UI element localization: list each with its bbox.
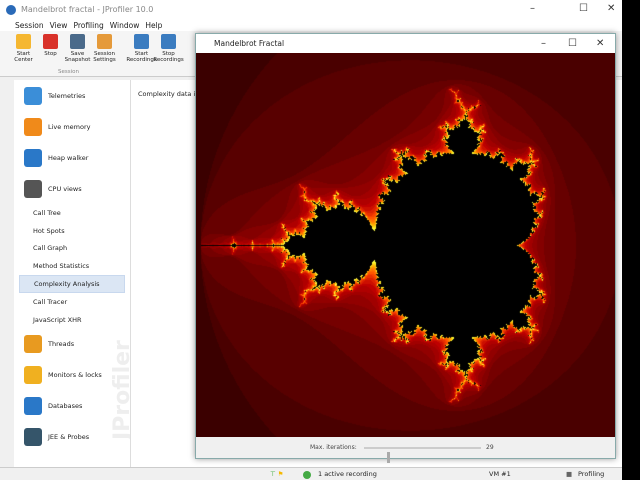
controls: Max. iterations: 29 [196,437,615,463]
telemetries-icon [24,86,42,105]
jprofiler-logo-icon [6,4,16,15]
sidebar-subitem-method-statistics[interactable]: Method Statistics [14,257,130,275]
sidebar-item-cpu-views[interactable]: CPU views [14,173,130,204]
toolbar-label: Session Settings [93,51,116,63]
sidebar-item-label: Threads [48,340,75,349]
menu-view[interactable]: View [50,21,68,30]
sidebar-subitem-call-tree[interactable]: Call Tree [14,204,130,222]
content-text: Complexity data is [138,90,199,98]
menu-session[interactable]: Session [15,21,44,30]
sidebar-item-live-memory[interactable]: Live memory [14,111,130,142]
threads-icon [24,335,42,354]
toolbar-label: Stop [44,51,57,57]
iterations-slider[interactable] [364,447,481,463]
vm-label: VM #1 [489,470,511,478]
toolbar-label: Start Center [14,51,33,63]
databases-icon [24,397,42,416]
stop-icon [43,34,58,49]
monitors-locks-icon [24,366,42,385]
toolbar-button-start-recordings[interactable]: Start Recordings [126,31,157,76]
iterations-value: 29 [486,444,494,451]
sidebar-item-label: JEE & Probes [48,433,90,442]
settings-icon [97,34,112,49]
menu-window[interactable]: Window [110,21,140,30]
title-bar: Mandelbrot fractal - JProfiler 10.0 – ☐ ✕ [0,0,622,19]
iterations-label: Max. iterations: [310,444,357,451]
menu-profiling[interactable]: Profiling [73,21,103,30]
watermark: JProfiler [110,340,131,440]
folder-play-icon [16,34,31,49]
window-title: Mandelbrot fractal - JProfiler 10.0 [21,5,154,14]
close-button[interactable]: ✕ [607,3,615,14]
sidebar-item-heap-walker[interactable]: Heap walker [14,142,130,173]
sidebar-subitem-javascript-xhr[interactable]: JavaScript XHR [14,311,130,329]
fractal-maximize-button[interactable]: ☐ [568,38,577,49]
fractal-minimize-button[interactable]: – [541,38,546,49]
live-memory-icon [24,117,42,136]
fractal-window-title: Mandelbrot Fractal [214,39,285,48]
toolbar-button-session-settings[interactable]: Session Settings [91,31,118,76]
start-recordings-icon [134,34,149,49]
maximize-button[interactable]: ☐ [579,3,588,14]
profiling-mode: Profiling [578,470,605,478]
recording-status-icon [303,471,311,479]
profiling-icon: ■ [566,470,573,478]
stop-recordings-icon [161,34,176,49]
sidebar-subitem-call-tracer[interactable]: Call Tracer [14,293,130,311]
sidebar-item-label: Heap walker [48,153,89,162]
sidebar: JProfiler Telemetries Live memory Heap walk… [14,80,131,468]
recording-status: 1 active recording [318,470,377,478]
recording-icons[interactable]: ⊤ ⚑ [270,470,284,478]
sidebar-item-telemetries[interactable]: Telemetries [14,80,130,111]
fractal-close-button[interactable]: ✕ [596,38,604,49]
status-bar: ⊤ ⚑ 1 active recording VM #1 ■ Profiling [0,467,622,480]
sidebar-item-label: CPU views [48,184,82,193]
mandelbrot-canvas[interactable] [196,53,615,437]
cpu-views-icon [24,179,42,198]
fractal-title-bar: Mandelbrot Fractal – ☐ ✕ [196,34,615,53]
jee-probes-icon [24,428,42,447]
mandelbrot-window: Mandelbrot Fractal – ☐ ✕ Max. iterations: … [195,33,616,463]
toolbar-group-label: Session [58,69,79,75]
toolbar-label: Save Snapshot [64,51,91,63]
sidebar-item-label: Telemetries [48,91,86,100]
save-icon [70,34,85,49]
sidebar-subitem-call-graph[interactable]: Call Graph [14,240,130,258]
toolbar-label: Stop Recordings [153,51,184,63]
minimize-button[interactable]: – [530,3,535,14]
sidebar-item-label: Databases [48,402,83,411]
heap-walker-icon [24,148,42,167]
menu-bar: Session View Profiling Window Help [0,19,622,31]
toolbar-button-start-center[interactable]: Start Center [10,31,37,76]
toolbar-label: Start Recordings [126,51,157,63]
slider-thumb[interactable] [387,452,391,463]
sidebar-item-label: Monitors & locks [48,371,102,380]
menu-help[interactable]: Help [145,21,162,30]
sidebar-item-label: Live memory [48,122,91,131]
toolbar-button-stop-recordings[interactable]: Stop Recordings [153,31,184,76]
sidebar-subitem-complexity-analysis[interactable]: Complexity Analysis [19,275,125,293]
sidebar-subitem-hot-spots[interactable]: Hot Spots [14,222,130,240]
